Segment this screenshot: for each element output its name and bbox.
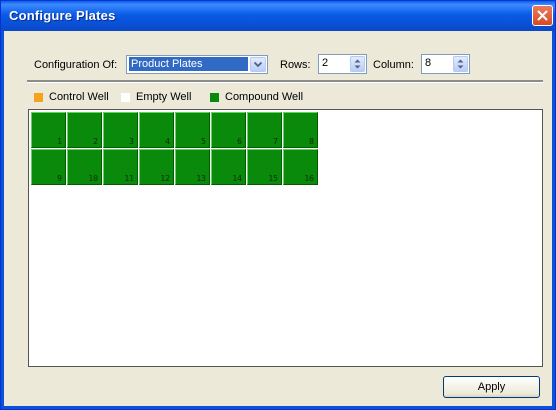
well-number: 5 xyxy=(201,137,206,146)
well-grid: 1 2 3 4 5 6 7 8 9 10 11 12 13 14 15 16 xyxy=(31,112,318,185)
apply-button[interactable]: Apply xyxy=(443,376,540,398)
well-number: 10 xyxy=(88,174,98,183)
close-button[interactable] xyxy=(532,5,553,26)
chevron-down-icon xyxy=(253,61,263,68)
well-number: 2 xyxy=(93,137,98,146)
well-number: 12 xyxy=(160,174,170,183)
well-number: 3 xyxy=(129,137,134,146)
spin-arrows-icon xyxy=(457,59,464,69)
configuration-select-value: Product Plates xyxy=(129,57,248,71)
well-cell[interactable]: 7 xyxy=(247,112,282,148)
well-number: 15 xyxy=(268,174,278,183)
well-cell[interactable]: 12 xyxy=(139,149,174,185)
well-cell[interactable]: 8 xyxy=(283,112,318,148)
spin-arrows-icon xyxy=(354,59,361,69)
rows-spin-buttons[interactable] xyxy=(350,56,365,72)
column-value: 8 xyxy=(425,57,432,69)
compound-well-swatch xyxy=(210,93,219,102)
well-cell[interactable]: 4 xyxy=(139,112,174,148)
column-label: Column: xyxy=(373,59,414,71)
well-cell[interactable]: 3 xyxy=(103,112,138,148)
legend-compound-well: Compound Well xyxy=(225,91,304,103)
window-frame-right xyxy=(552,31,555,409)
well-cell[interactable]: 5 xyxy=(175,112,210,148)
rows-label: Rows: xyxy=(280,59,311,71)
well-number: 7 xyxy=(273,137,278,146)
well-number: 8 xyxy=(309,137,314,146)
well-number: 9 xyxy=(57,174,62,183)
well-number: 6 xyxy=(237,137,242,146)
legend-control-well: Control Well xyxy=(49,91,109,103)
window-title: Configure Plates xyxy=(9,8,116,23)
window-frame-bottom xyxy=(1,406,555,409)
well-cell[interactable]: 16 xyxy=(283,149,318,185)
empty-well-swatch xyxy=(121,93,130,102)
well-cell[interactable]: 14 xyxy=(211,149,246,185)
separator xyxy=(27,80,543,83)
title-bar[interactable]: Configure Plates xyxy=(1,1,555,31)
well-cell[interactable]: 13 xyxy=(175,149,210,185)
rows-value: 2 xyxy=(322,57,329,69)
well-cell[interactable]: 15 xyxy=(247,149,282,185)
configuration-select[interactable]: Product Plates xyxy=(126,55,268,74)
well-number: 11 xyxy=(124,174,134,183)
legend-empty-well: Empty Well xyxy=(136,91,192,103)
configuration-of-label: Configuration Of: xyxy=(34,59,118,71)
well-cell[interactable]: 6 xyxy=(211,112,246,148)
rows-spinner[interactable]: 2 xyxy=(318,54,367,74)
well-cell[interactable]: 1 xyxy=(31,112,66,148)
well-cell[interactable]: 9 xyxy=(31,149,66,185)
well-number: 13 xyxy=(196,174,206,183)
well-cell[interactable]: 11 xyxy=(103,149,138,185)
well-cell[interactable]: 2 xyxy=(67,112,102,148)
well-cell[interactable]: 10 xyxy=(67,149,102,185)
well-number: 14 xyxy=(232,174,242,183)
plate-area: 1 2 3 4 5 6 7 8 9 10 11 12 13 14 15 16 xyxy=(28,109,543,367)
window-frame-left xyxy=(1,31,4,409)
control-well-swatch xyxy=(34,93,43,102)
column-spin-buttons[interactable] xyxy=(453,56,468,72)
configure-plates-window: Configure Plates Configuration Of: Produ… xyxy=(0,0,556,410)
well-number: 4 xyxy=(165,137,170,146)
dropdown-button[interactable] xyxy=(250,57,266,72)
close-icon xyxy=(537,10,548,21)
well-number: 1 xyxy=(57,137,62,146)
column-spinner[interactable]: 8 xyxy=(421,54,470,74)
well-number: 16 xyxy=(304,174,314,183)
